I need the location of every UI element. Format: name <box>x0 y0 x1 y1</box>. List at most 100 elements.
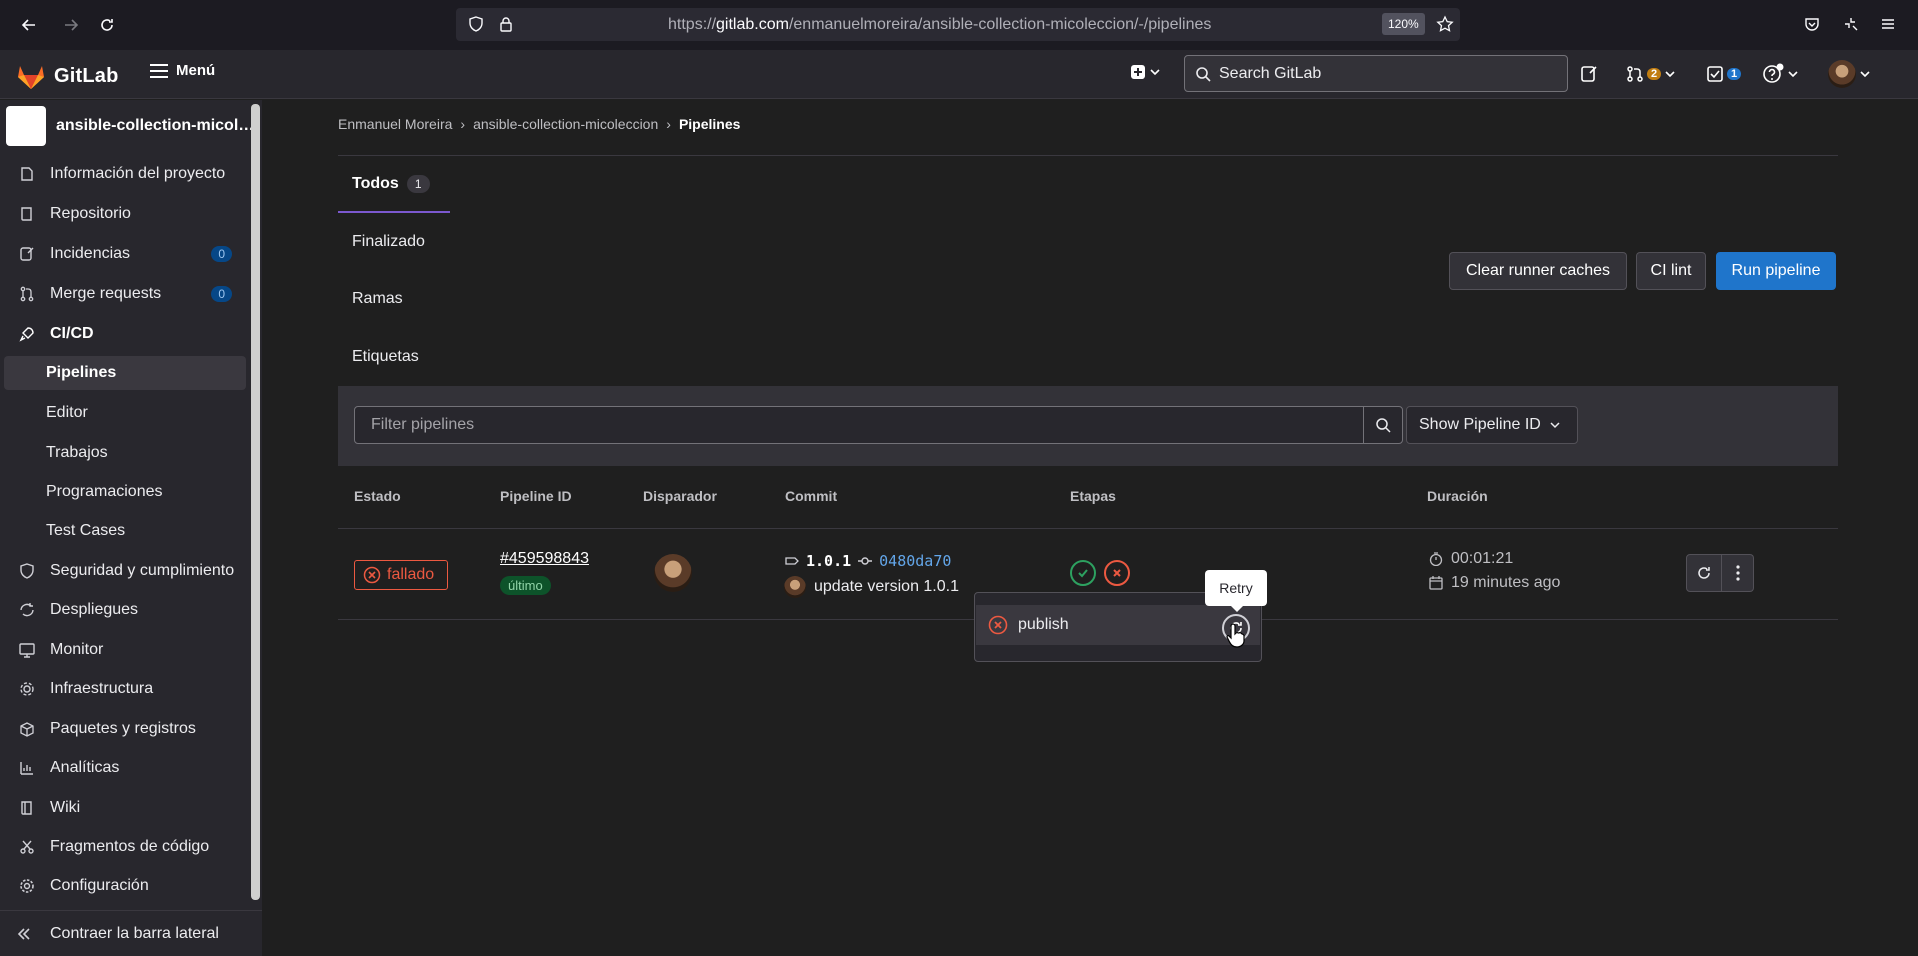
stage-success-icon[interactable] <box>1070 560 1096 586</box>
sidebar-item-issues[interactable]: Incidencias 0 <box>4 237 246 271</box>
deployments-icon <box>16 602 38 618</box>
pipeline-id-link[interactable]: #459598843 <box>500 550 589 568</box>
sidebar-item-label: Repositorio <box>50 205 131 222</box>
sidebar-item-pipelines[interactable]: Pipelines <box>4 356 246 390</box>
sidebar-item-wiki[interactable]: Wiki <box>4 791 246 825</box>
reload-icon[interactable] <box>92 10 122 40</box>
clear-runner-caches-button[interactable]: Clear runner caches <box>1449 252 1627 290</box>
gitlab-tanuki-icon <box>18 66 44 89</box>
tab-finished[interactable]: Finalizado <box>338 233 425 251</box>
back-icon[interactable] <box>14 10 44 40</box>
new-item-dropdown[interactable] <box>1130 64 1161 80</box>
sidebar-item-settings[interactable]: Configuración <box>4 869 246 903</box>
sidebar-item-jobs[interactable]: Trabajos <box>4 436 246 470</box>
sidebar-item-test-cases[interactable]: Test Cases <box>4 514 246 548</box>
run-pipeline-button[interactable]: Run pipeline <box>1716 252 1836 290</box>
sidebar-item-infrastructure[interactable]: Infraestructura <box>4 672 246 706</box>
tab-branches[interactable]: Ramas <box>338 290 403 308</box>
breadcrumb-item[interactable]: ansible-collection-micoleccion <box>473 116 658 132</box>
column-header-stages: Etapas <box>1070 488 1116 504</box>
main-menu-button[interactable]: Menú <box>150 62 215 79</box>
lock-icon[interactable] <box>498 16 514 37</box>
extensions-icon[interactable] <box>1842 15 1860 38</box>
tab-tags[interactable]: Etiquetas <box>338 348 419 366</box>
commit-icon <box>858 557 873 565</box>
shield-icon[interactable] <box>468 16 484 37</box>
sidebar-item-schedules[interactable]: Programaciones <box>4 475 246 509</box>
search-placeholder: Search GitLab <box>1219 64 1322 82</box>
retry-pipeline-button[interactable] <box>1686 554 1722 592</box>
help-dropdown[interactable] <box>1762 63 1799 85</box>
sidebar-item-label: Test Cases <box>46 522 126 539</box>
sidebar-item-label: Analíticas <box>50 759 120 776</box>
hamburger-menu-icon[interactable] <box>1880 16 1896 37</box>
zoom-badge[interactable]: 120% <box>1382 13 1425 35</box>
sidebar-item-snippets[interactable]: Fragmentos de código <box>4 830 246 864</box>
merge-request-icon <box>16 286 38 302</box>
issues-icon[interactable] <box>1580 65 1598 83</box>
sidebar-item-repository[interactable]: Repositorio <box>4 197 246 231</box>
commit-tag-link[interactable]: 1.0.1 <box>806 552 851 570</box>
project-header[interactable]: ansible-collection-micoleccion <box>6 106 256 146</box>
breadcrumb-item[interactable]: Enmanuel Moreira <box>338 116 452 132</box>
sidebar-item-monitor[interactable]: Monitor <box>4 633 246 667</box>
pocket-icon[interactable] <box>1804 16 1820 37</box>
collapse-sidebar-button[interactable]: Contraer la barra lateral <box>0 910 262 956</box>
plus-square-icon <box>1131 65 1145 79</box>
commit-title-link[interactable]: update version 1.0.1 <box>814 578 959 596</box>
breadcrumb-current[interactable]: Pipelines <box>679 116 740 132</box>
user-menu-dropdown[interactable] <box>1828 60 1871 88</box>
filter-search-button[interactable] <box>1363 406 1403 444</box>
address-bar[interactable]: https://gitlab.com/enmanuelmoreira/ansib… <box>456 8 1460 41</box>
forward-icon[interactable] <box>56 10 86 40</box>
tag-icon <box>785 557 799 565</box>
chevron-down-icon <box>1788 71 1798 78</box>
timer-icon <box>1429 552 1443 566</box>
shield-icon <box>16 563 38 579</box>
sidebar-item-analytics[interactable]: Analíticas <box>4 751 246 785</box>
sidebar-item-label: Configuración <box>50 877 149 894</box>
active-tab-indicator <box>338 211 450 213</box>
todos-link[interactable]: 1 <box>1706 65 1742 83</box>
job-item-publish[interactable]: publish <box>976 605 1260 645</box>
commit-sha-link[interactable]: 0480da70 <box>879 552 951 570</box>
show-pipeline-id-dropdown[interactable]: Show Pipeline ID <box>1406 406 1578 444</box>
book-icon <box>16 800 38 816</box>
ci-lint-button[interactable]: CI lint <box>1636 252 1706 290</box>
triggerer-avatar[interactable] <box>654 554 692 592</box>
stage-failed-icon[interactable] <box>1104 560 1130 586</box>
merge-requests-dropdown[interactable]: 2 <box>1626 65 1676 83</box>
hand-cursor-icon <box>1226 623 1245 648</box>
more-actions-button[interactable] <box>1722 554 1754 592</box>
sidebar-item-merge-requests[interactable]: Merge requests 0 <box>4 277 246 311</box>
sidebar-item-cicd[interactable]: CI/CD <box>4 317 246 351</box>
package-icon <box>16 721 38 737</box>
hamburger-icon <box>150 63 168 78</box>
gitlab-logo[interactable]: GitLab <box>16 62 119 90</box>
bookmark-star-icon[interactable] <box>1436 15 1454 38</box>
status-label: fallado <box>387 566 435 583</box>
chevron-right-icon: › <box>666 116 671 132</box>
sidebar-scrollbar[interactable] <box>251 104 260 900</box>
status-badge[interactable]: fallado <box>354 560 448 590</box>
todos-count: 1 <box>1727 68 1742 80</box>
merge-request-icon <box>1627 66 1643 82</box>
global-search-input[interactable]: Search GitLab <box>1184 55 1568 92</box>
sidebar-item-editor[interactable]: Editor <box>4 396 246 430</box>
chevron-down-icon <box>1550 422 1560 429</box>
sidebar-item-packages[interactable]: Paquetes y registros <box>4 712 246 746</box>
project-name: ansible-collection-micoleccion <box>56 117 256 134</box>
chevron-down-icon <box>1860 71 1870 78</box>
sidebar-item-project-info[interactable]: Información del proyecto <box>4 157 246 191</box>
sidebar-item-security[interactable]: Seguridad y cumplimiento <box>4 554 246 588</box>
sidebar-item-label: Información del proyecto <box>50 165 226 182</box>
sidebar-item-deployments[interactable]: Despliegues <box>4 593 246 627</box>
sidebar-item-label: Editor <box>46 404 88 421</box>
commit-author-avatar[interactable] <box>784 576 806 598</box>
todo-check-icon <box>1707 66 1723 82</box>
column-header-commit: Commit <box>785 488 838 504</box>
filter-pipelines-input[interactable]: Filter pipelines <box>354 406 1364 444</box>
user-avatar <box>1828 60 1856 88</box>
sidebar-item-label: Paquetes y registros <box>50 720 196 737</box>
tab-all[interactable]: Todos 1 <box>338 175 430 193</box>
